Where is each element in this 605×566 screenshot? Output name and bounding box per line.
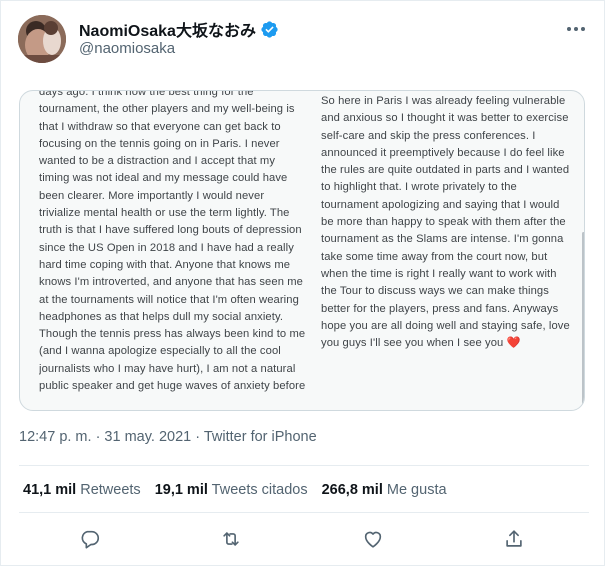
- retweets-count: 41,1 mil: [23, 482, 77, 498]
- tweet-timestamp[interactable]: 12:47 p. m. · 31 may. 2021 · Twitter for…: [19, 429, 317, 445]
- divider: [19, 512, 589, 513]
- tweet-media-image[interactable]: days ago. I think now the best thing for…: [19, 90, 585, 411]
- likes-stat[interactable]: 266,8 mil Me gusta: [322, 482, 447, 498]
- engagement-stats: 41,1 mil Retweets 19,1 mil Tweets citado…: [23, 482, 461, 498]
- notes-page-right: So here in Paris I was already feeling v…: [321, 91, 575, 410]
- retweets-label: Retweets: [80, 482, 141, 498]
- notes-page-left: days ago. I think now the best thing for…: [39, 91, 307, 410]
- retweets-stat[interactable]: 41,1 mil Retweets: [23, 482, 141, 498]
- quotes-stat[interactable]: 19,1 mil Tweets citados: [155, 482, 308, 498]
- quotes-label: Tweets citados: [211, 482, 308, 498]
- likes-label: Me gusta: [386, 482, 447, 498]
- notes-text-right-body: So here in Paris I was already feeling v…: [321, 95, 570, 350]
- share-icon[interactable]: [503, 528, 529, 554]
- retweet-icon[interactable]: [220, 528, 246, 554]
- verified-badge-icon: [261, 20, 278, 38]
- display-name[interactable]: NaomiOsaka大坂なおみ: [79, 17, 256, 41]
- notes-scrollbar: [582, 232, 584, 410]
- notes-text-right: So here in Paris I was already feeling v…: [321, 93, 575, 352]
- likes-count: 266,8 mil: [321, 482, 383, 498]
- avatar[interactable]: [18, 15, 66, 63]
- notes-text-left: days ago. I think now the best thing for…: [39, 91, 306, 393]
- tweet-card: NaomiOsaka大坂なおみ @naomiosaka days ago. I …: [0, 0, 605, 566]
- heart-emoji: ❤️: [506, 337, 521, 350]
- more-options-icon[interactable]: [563, 19, 589, 39]
- user-handle[interactable]: @naomiosaka: [79, 40, 175, 57]
- author-name-row[interactable]: NaomiOsaka大坂なおみ: [79, 17, 279, 41]
- like-icon[interactable]: [362, 528, 388, 554]
- reply-icon[interactable]: [79, 528, 105, 554]
- divider: [19, 465, 589, 466]
- avatar-photo: [18, 15, 66, 63]
- tweet-actions: [1, 524, 605, 558]
- quotes-count: 19,1 mil: [154, 482, 208, 498]
